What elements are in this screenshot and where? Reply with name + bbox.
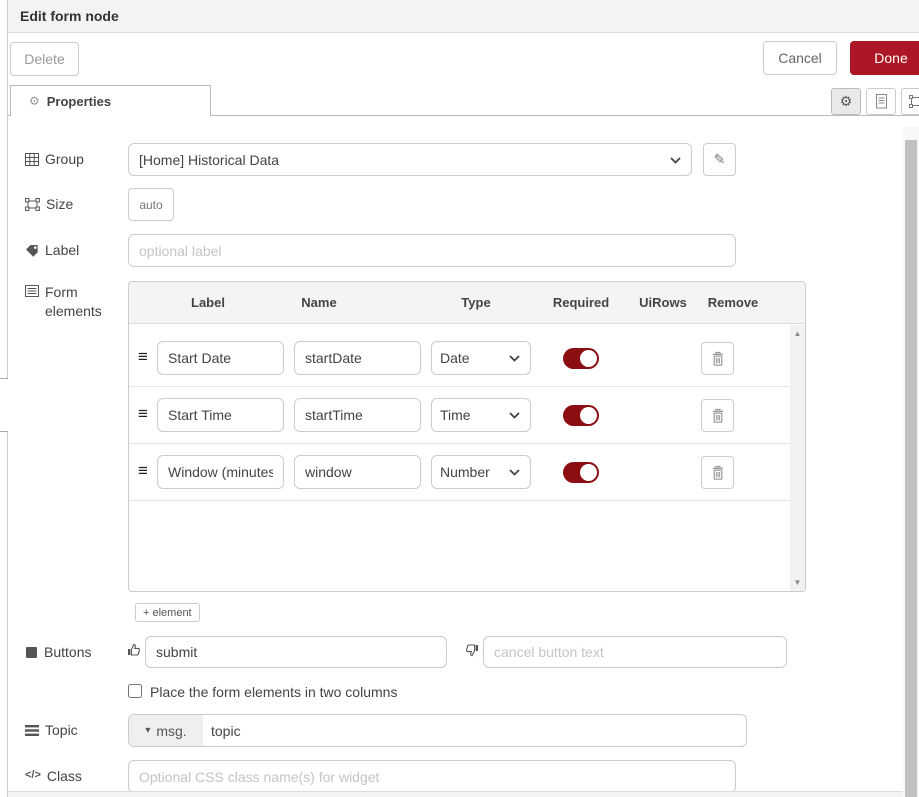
cancel-button[interactable]: Cancel [763, 41, 837, 75]
drag-handle-icon[interactable]: ≡ [138, 461, 148, 481]
properties-view-button[interactable]: ⚙ [831, 88, 861, 115]
buttons-field-label: Buttons [25, 644, 91, 660]
element-label-input[interactable] [157, 398, 284, 432]
column-header-name: Name [301, 295, 336, 310]
label-field-label: Label [25, 242, 79, 258]
properties-gear-icon: ⚙ [29, 94, 40, 108]
group-select[interactable]: [Home] Historical Data [128, 143, 692, 176]
element-label-input[interactable] [157, 455, 284, 489]
element-type-select[interactable]: Number [431, 455, 531, 489]
topic-type-label: msg. [156, 723, 186, 739]
dialog-header: Edit form node [8, 0, 919, 33]
topic-field-label: Topic [25, 722, 78, 738]
topic-value[interactable]: topic [203, 715, 746, 746]
square-icon [25, 646, 38, 659]
form-elements-field-label: Form elements [25, 283, 107, 321]
object-frame-icon [908, 94, 919, 109]
group-field-label: Group [25, 151, 84, 167]
bottom-strip [8, 791, 903, 797]
list-icon [25, 285, 39, 297]
trash-icon [711, 465, 725, 481]
column-header-required: Required [553, 295, 609, 310]
delete-button[interactable]: Delete [10, 42, 79, 76]
table-scrollbar[interactable]: ▲ ▼ [790, 325, 805, 591]
chevron-down-icon [509, 355, 520, 362]
scroll-up-icon[interactable]: ▲ [790, 329, 805, 338]
edit-group-button[interactable]: ✎ [703, 143, 736, 176]
tab-properties-label: Properties [47, 94, 111, 109]
required-toggle[interactable] [563, 405, 599, 426]
settings-gear-icon: ⚙ [840, 93, 853, 110]
column-header-label: Label [191, 295, 225, 310]
description-view-button[interactable] [866, 88, 896, 115]
caret-down-icon: ▾ [145, 725, 150, 736]
code-icon: </> [25, 769, 41, 781]
pencil-icon: ✎ [714, 151, 726, 168]
document-icon [874, 93, 888, 110]
element-name-input[interactable] [294, 455, 421, 489]
column-header-remove: Remove [708, 295, 759, 310]
toggle-knob [580, 407, 597, 424]
bars-icon [25, 724, 39, 737]
appearance-view-button[interactable] [901, 88, 919, 115]
toggle-knob [580, 350, 597, 367]
form-elements-table-body: ≡ Date [129, 324, 805, 501]
toggle-knob [580, 464, 597, 481]
left-rail-handle[interactable] [0, 378, 8, 432]
trash-icon [711, 351, 725, 367]
required-toggle[interactable] [563, 462, 599, 483]
edit-form-node-dialog: Edit form node Delete Cancel Done ⚙ Prop… [0, 0, 919, 797]
chevron-down-icon [509, 469, 520, 476]
dialog-scrollbar-thumb[interactable] [905, 140, 917, 797]
submit-button-text-input[interactable] [145, 636, 447, 668]
remove-element-button[interactable] [701, 399, 734, 432]
scroll-down-icon[interactable]: ▼ [790, 578, 805, 587]
tag-icon [25, 244, 39, 258]
form-elements-table: Label Name Type Required UiRows Remove ≡… [128, 281, 806, 592]
remove-element-button[interactable] [701, 456, 734, 489]
topic-typed-input[interactable]: ▾ msg. topic [128, 714, 747, 747]
table-icon [25, 153, 39, 166]
thumbs-down-icon [465, 643, 480, 658]
class-input[interactable] [128, 760, 736, 793]
tab-properties[interactable]: ⚙ Properties [10, 85, 211, 116]
trash-icon [711, 408, 725, 424]
size-button[interactable]: auto [128, 188, 174, 221]
dialog-title: Edit form node [20, 8, 119, 24]
two-columns-checkbox[interactable] [128, 684, 142, 698]
table-row: ≡ Date [129, 330, 805, 387]
element-name-input[interactable] [294, 341, 421, 375]
done-button[interactable]: Done [850, 41, 919, 75]
two-columns-label: Place the form elements in two columns [150, 684, 397, 700]
column-header-type: Type [461, 295, 490, 310]
element-name-input[interactable] [294, 398, 421, 432]
size-icon [25, 198, 40, 211]
table-row: ≡ Number [129, 444, 805, 501]
column-header-uirows: UiRows [639, 295, 687, 310]
table-row: ≡ Time [129, 387, 805, 444]
cancel-button-text-input[interactable] [483, 636, 787, 668]
required-toggle[interactable] [563, 348, 599, 369]
drag-handle-icon[interactable]: ≡ [138, 347, 148, 367]
element-type-select[interactable]: Time [431, 398, 531, 432]
element-label-input[interactable] [157, 341, 284, 375]
tab-bar: ⚙ Properties ⚙ [8, 85, 919, 116]
add-element-button[interactable]: + element [135, 603, 200, 622]
drag-handle-icon[interactable]: ≡ [138, 404, 148, 424]
class-field-label: </> Class [25, 768, 82, 784]
remove-element-button[interactable] [701, 342, 734, 375]
element-type-select[interactable]: Date [431, 341, 531, 375]
thumbs-up-icon [126, 642, 141, 657]
chevron-down-icon [670, 157, 681, 164]
form-elements-table-header: Label Name Type Required UiRows Remove [129, 282, 805, 324]
label-input[interactable] [128, 234, 736, 267]
group-select-value: [Home] Historical Data [139, 152, 279, 168]
size-field-label: Size [25, 196, 73, 212]
topic-type-select[interactable]: ▾ msg. [129, 715, 203, 746]
chevron-down-icon [509, 412, 520, 419]
